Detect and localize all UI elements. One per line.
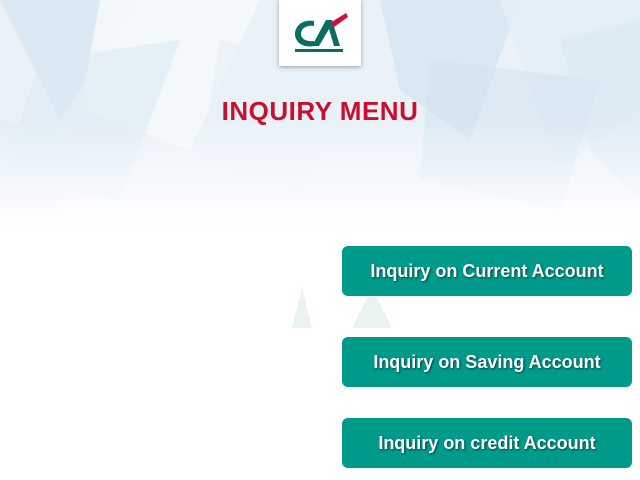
bank-logo	[279, 0, 361, 66]
atm-screen: INQUIRY MENU Inquiry on Current Account …	[0, 0, 640, 480]
inquiry-credit-account-button[interactable]: Inquiry on credit Account	[342, 418, 632, 468]
page-title: INQUIRY MENU	[221, 96, 419, 126]
inquiry-current-account-button[interactable]: Inquiry on Current Account	[342, 246, 632, 296]
inquiry-saving-account-button[interactable]: Inquiry on Saving Account	[342, 337, 632, 387]
background-pattern	[0, 0, 640, 230]
credit-agricole-logo-icon	[295, 13, 348, 52]
